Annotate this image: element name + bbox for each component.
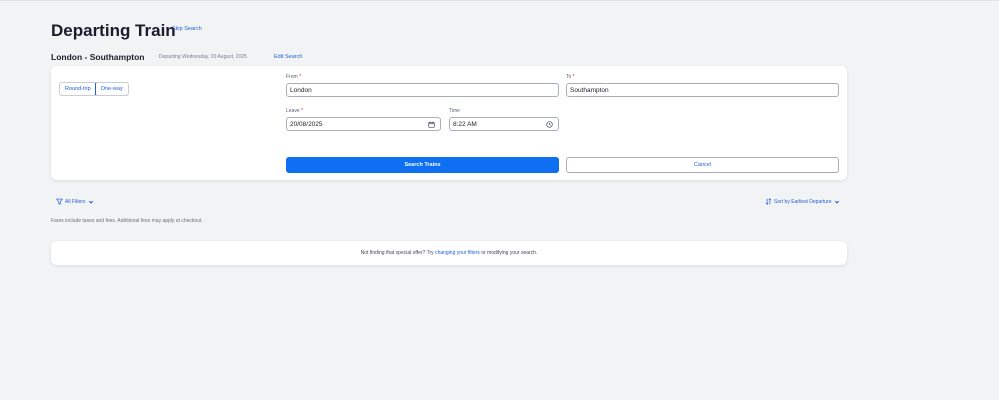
edit-search-link[interactable]: Edit Search <box>274 54 302 60</box>
sort-label: Sort by Earliest Departure <box>774 198 832 205</box>
top-border <box>0 0 999 1</box>
time-input[interactable]: 8:22 AM <box>449 117 559 131</box>
change-filters-link[interactable]: changing your filters <box>435 250 480 256</box>
sort-icon <box>765 198 772 205</box>
fares-note: Fares include taxes and fees. Additional… <box>51 218 203 224</box>
required-marker: * <box>299 74 302 80</box>
one-way-option[interactable]: One-way <box>94 83 128 95</box>
page-title: Departing Train <box>51 21 176 40</box>
chevron-down-icon <box>88 200 93 204</box>
from-label: From * <box>286 74 302 80</box>
leave-date-value: 20/08/2025 <box>290 121 323 128</box>
trip-type-toggle: Round-trip One-way <box>59 82 129 96</box>
required-marker: * <box>572 74 575 80</box>
all-filters-label: All Filters <box>65 198 86 205</box>
leave-date-input[interactable]: 20/08/2025 <box>286 117 441 131</box>
calendar-icon[interactable] <box>428 121 435 128</box>
from-input[interactable]: London <box>286 83 559 97</box>
route-title: London - Southampton <box>51 52 145 62</box>
chevron-down-icon <box>834 200 839 204</box>
departure-date: Departing Wednesday, 20 August, 2025 <box>159 54 247 60</box>
skip-search-link[interactable]: Skip Search <box>172 26 202 32</box>
time-value: 8:22 AM <box>453 121 477 128</box>
special-offer-notice: Not finding that special offer? Try chan… <box>51 241 847 265</box>
sort-button[interactable]: Sort by Earliest Departure <box>765 198 840 205</box>
search-trains-button[interactable]: Search Trains <box>286 157 559 173</box>
time-label: Time <box>449 108 460 114</box>
clock-icon[interactable] <box>546 121 553 128</box>
leave-label: Leave * <box>286 108 303 114</box>
to-input[interactable]: Southampton <box>566 83 839 97</box>
to-label: To * <box>566 74 575 80</box>
all-filters-button[interactable]: All Filters <box>56 198 94 205</box>
round-trip-option[interactable]: Round-trip <box>60 83 96 95</box>
notice-text-after: or modifying your search. <box>481 250 538 256</box>
notice-text-before: Not finding that special offer? Try <box>360 250 434 256</box>
required-marker: * <box>301 108 303 114</box>
filter-icon <box>56 198 63 205</box>
cancel-button[interactable]: Cancel <box>566 157 839 173</box>
